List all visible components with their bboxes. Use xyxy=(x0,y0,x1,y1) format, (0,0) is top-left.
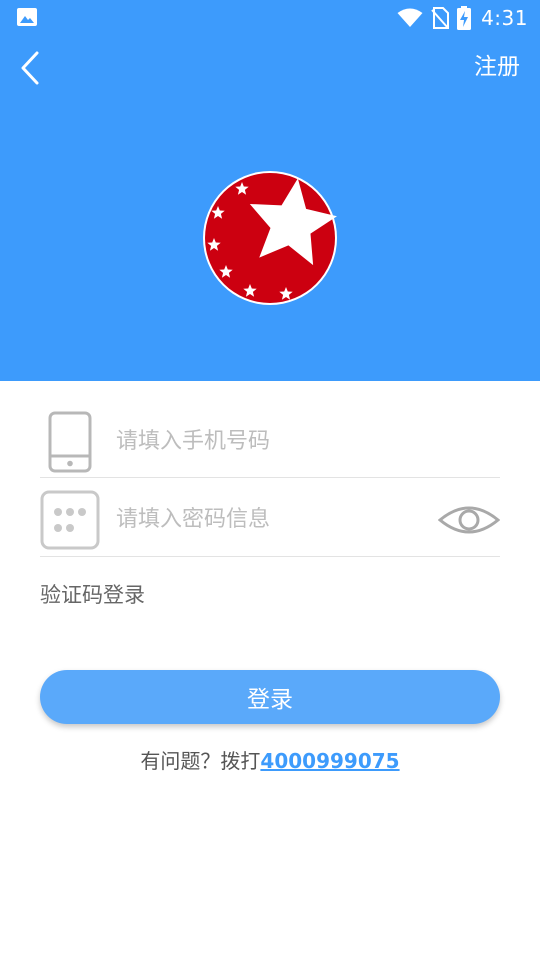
help-phone-link[interactable]: 4000999075 xyxy=(260,749,399,773)
no-sim-icon xyxy=(431,7,450,29)
login-screen: 4:31 注册 请填入手机号码 验证码登录 登录 有问题？拨打400099907… xyxy=(0,0,540,960)
red-star-logo-icon xyxy=(203,171,337,305)
battery-charging-icon xyxy=(457,6,472,30)
header: 4:31 注册 xyxy=(0,0,540,381)
back-button[interactable] xyxy=(10,46,50,90)
phone-input[interactable] xyxy=(116,422,496,462)
register-button[interactable]: 注册 xyxy=(474,50,520,84)
password-input[interactable] xyxy=(116,500,416,540)
login-button[interactable]: 登录 xyxy=(40,670,500,724)
eye-icon[interactable] xyxy=(438,504,500,536)
chevron-left-icon xyxy=(21,51,39,85)
help-text: 有问题？拨打4000999075 xyxy=(0,746,540,776)
sms-login-link[interactable]: 验证码登录 xyxy=(40,580,145,610)
wifi-icon xyxy=(397,8,423,27)
help-prefix: 有问题？拨打 xyxy=(140,749,261,773)
login-form xyxy=(40,400,500,557)
status-time: 4:31 xyxy=(481,6,528,30)
image-icon xyxy=(17,8,37,26)
password-field-row xyxy=(40,478,500,557)
status-bar: 4:31 xyxy=(0,0,540,36)
keypad-icon xyxy=(40,490,100,550)
phone-icon xyxy=(48,411,92,473)
phone-field-row xyxy=(40,400,500,478)
status-icons: 4:31 xyxy=(389,4,528,32)
